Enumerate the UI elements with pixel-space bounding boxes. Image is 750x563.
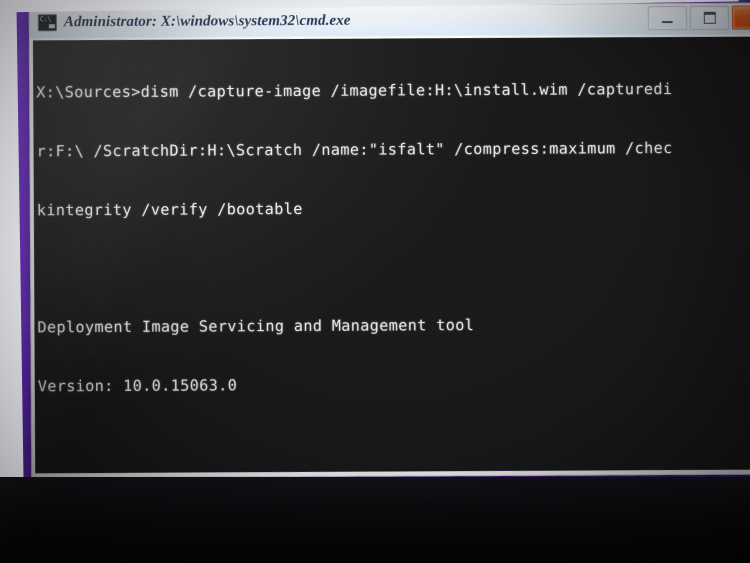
monitor-panel: Administrator: X:\windows\system32\cmd.e… <box>0 0 750 516</box>
monitor-photograph: Administrator: X:\windows\system32\cmd.e… <box>0 0 750 563</box>
close-button[interactable]: ✕ <box>731 5 750 30</box>
title-bar[interactable]: Administrator: X:\windows\system32\cmd.e… <box>29 3 750 39</box>
window-controls: ✕ <box>647 5 750 31</box>
window-body: X:\Sources>dism /capture-image /imagefil… <box>29 34 750 478</box>
cmd-window[interactable]: Administrator: X:\windows\system32\cmd.e… <box>28 2 750 479</box>
minimize-button[interactable] <box>647 5 687 31</box>
monitor-bezel: Administrator: X:\windows\system32\cmd.e… <box>0 0 750 507</box>
console-line: r:F:\ /ScratchDir:H:\Scratch /name:"isfa… <box>36 138 673 161</box>
cmd-console-icon <box>37 13 57 31</box>
console-line: kintegrity /verify /bootable <box>36 199 303 220</box>
maximize-button[interactable] <box>689 5 729 30</box>
console-line: Deployment Image Servicing and Managemen… <box>37 316 475 337</box>
minimize-icon <box>661 20 673 23</box>
window-title: Administrator: X:\windows\system32\cmd.e… <box>63 12 351 30</box>
maximize-icon <box>703 11 716 24</box>
desktop-screen: Administrator: X:\windows\system32\cmd.e… <box>16 1 750 507</box>
desk-area <box>0 477 750 563</box>
console-text: X:\Sources>dism /capture-image /imagefil… <box>36 41 750 474</box>
console-line: X:\Sources>dism /capture-image /imagefil… <box>36 80 673 102</box>
console-output-area[interactable]: X:\Sources>dism /capture-image /imagefil… <box>32 36 750 474</box>
console-line: Version: 10.0.15063.0 <box>37 376 238 396</box>
